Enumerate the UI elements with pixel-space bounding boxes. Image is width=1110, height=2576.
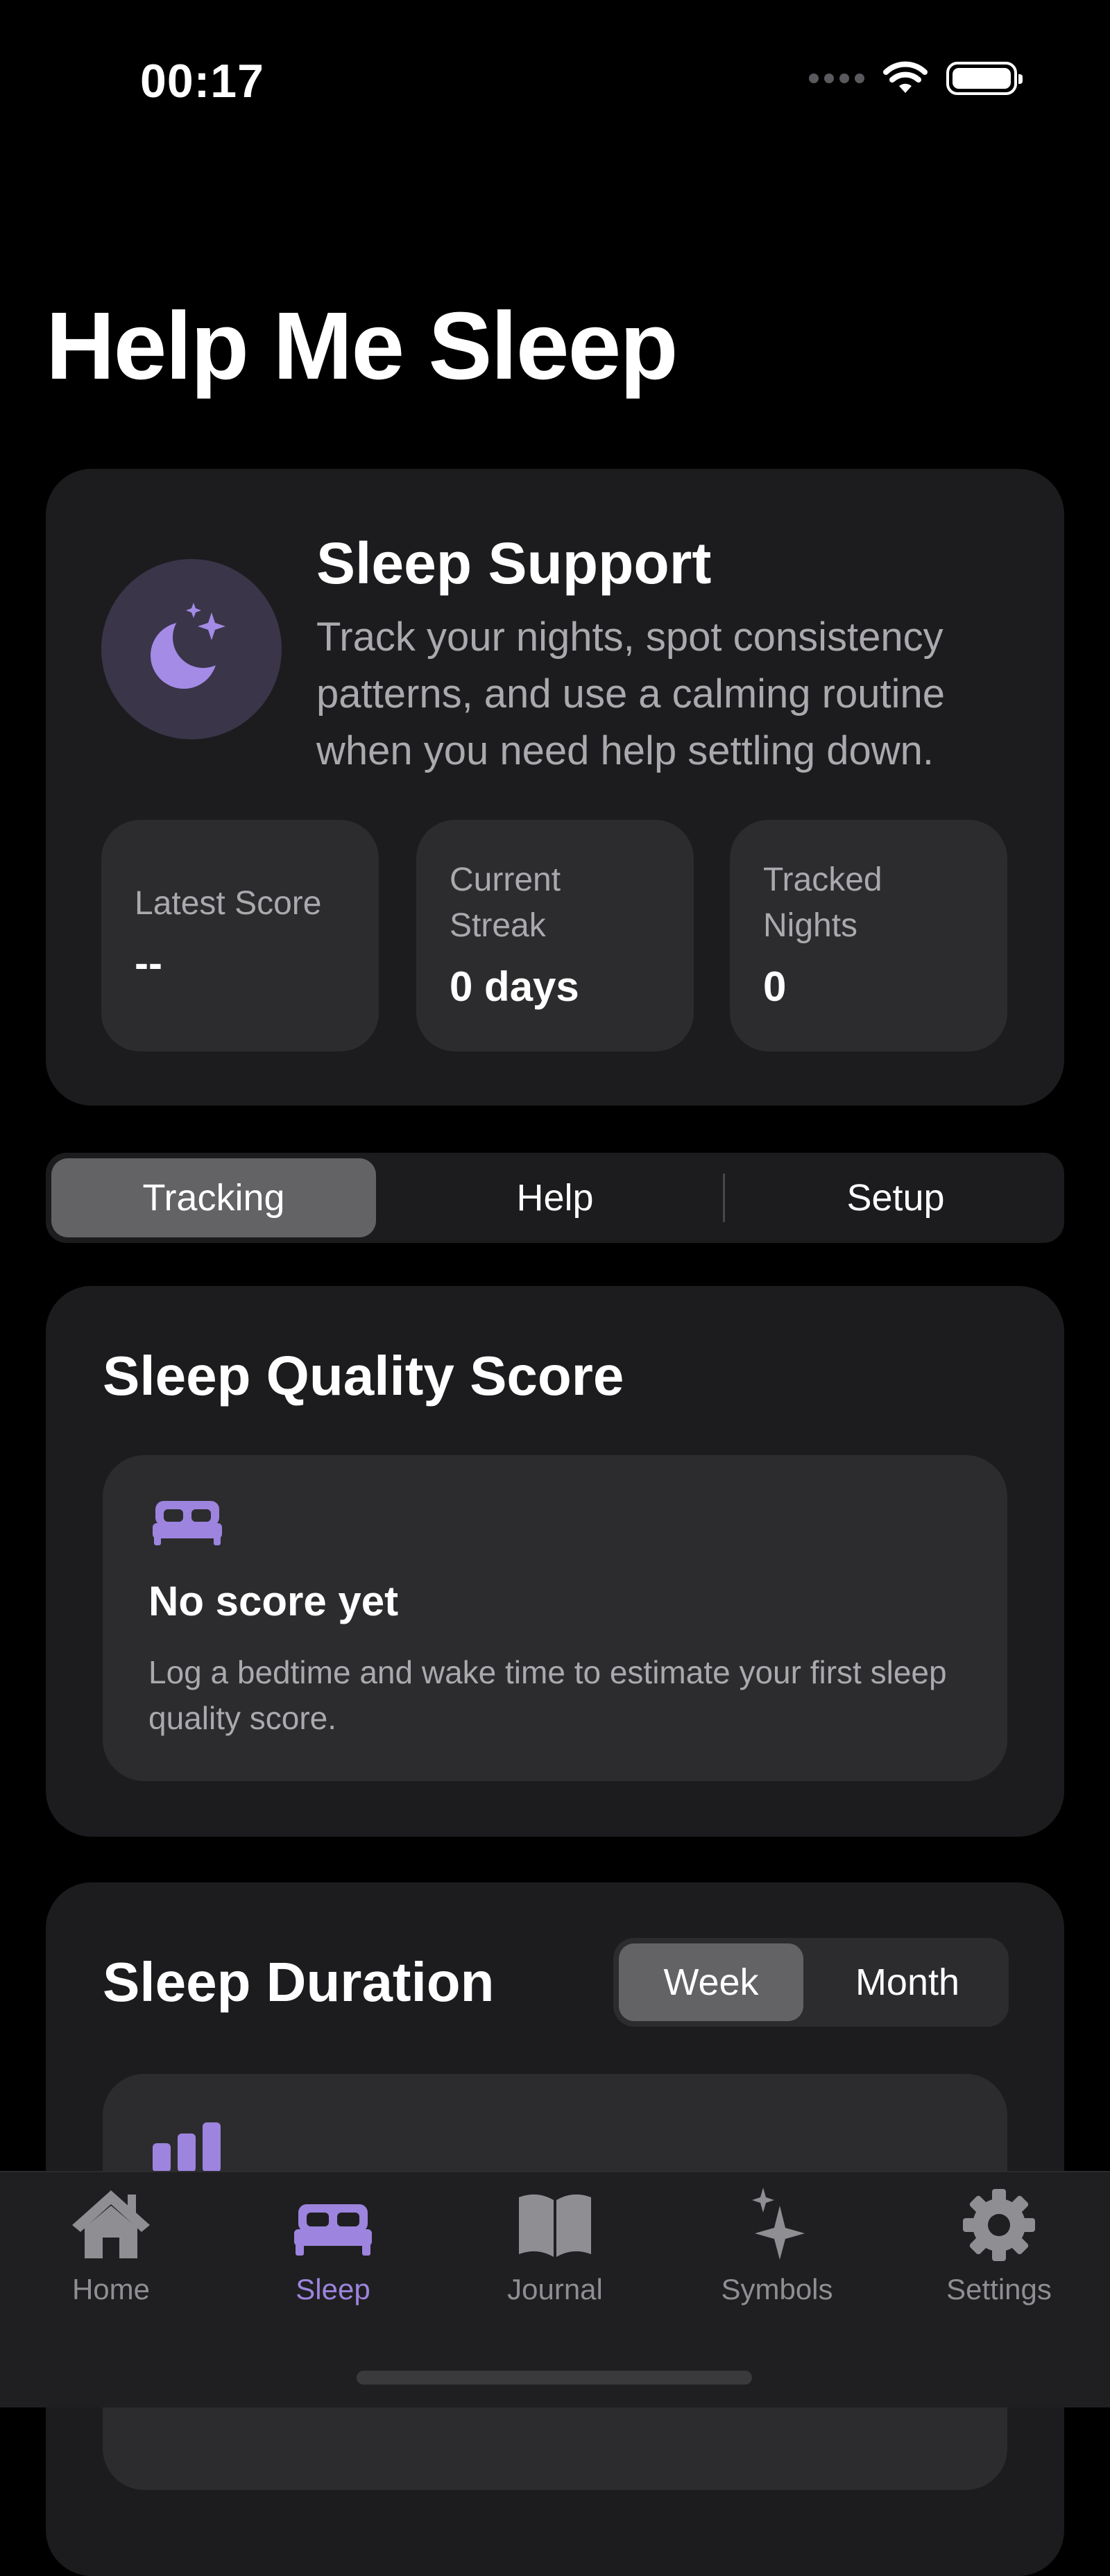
hero-description: Track your nights, spot consistency patt… — [316, 615, 945, 773]
stat-current-streak: Current Streak 0 days — [416, 820, 694, 1051]
quality-empty-state: No score yet Log a bedtime and wake time… — [103, 1455, 1007, 1781]
range-segmented-control: Week Month — [613, 1938, 1009, 2027]
tab-journal[interactable]: Journal — [444, 2186, 666, 2306]
stat-label: Tracked Nights — [763, 861, 882, 944]
range-month[interactable]: Month — [812, 1938, 1003, 2027]
stat-value: -- — [135, 940, 162, 986]
empty-state-title: No score yet — [148, 1578, 399, 1624]
tab-label: Journal — [507, 2273, 603, 2305]
tab-home[interactable]: Home — [0, 2186, 222, 2306]
tab-label: Home — [71, 2273, 151, 2305]
status-icons — [809, 61, 1023, 96]
battery-icon — [946, 62, 1023, 95]
stat-label: Current Streak — [450, 861, 561, 944]
stat-value: 0 days — [450, 963, 579, 1010]
tab-label: Sleep — [296, 2273, 370, 2305]
bed-icon — [294, 2204, 372, 2256]
tab-sleep[interactable]: Sleep — [222, 2186, 444, 2306]
stat-label: Latest Score — [135, 885, 322, 922]
bar-chart-icon — [153, 2122, 221, 2172]
stat-value: 0 — [763, 963, 787, 1010]
section-segmented-control: Tracking Help Setup — [46, 1153, 1064, 1243]
moon-stars-icon — [101, 559, 282, 739]
home-indicator[interactable] — [357, 2371, 752, 2385]
hero-title: Sleep Support — [316, 531, 712, 596]
tab-settings[interactable]: Settings — [888, 2186, 1110, 2306]
stat-tracked-nights: Tracked Nights 0 — [730, 820, 1007, 1051]
page-title: Help Me Sleep — [46, 293, 678, 400]
gear-icon — [963, 2189, 1035, 2261]
sleep-quality-card: Sleep Quality Score No score yet Log a b… — [46, 1286, 1064, 1837]
segment-divider — [723, 1174, 725, 1222]
book-icon — [519, 2194, 591, 2257]
bed-icon — [153, 1501, 222, 1545]
house-icon — [72, 2190, 150, 2258]
tab-help[interactable]: Help — [393, 1153, 717, 1243]
quality-title: Sleep Quality Score — [103, 1345, 624, 1407]
signal-icon — [809, 74, 864, 83]
wifi-icon — [883, 61, 928, 93]
status-time: 00:17 — [140, 55, 264, 108]
tab-label: Settings — [946, 2273, 1052, 2305]
sparkle-icon — [752, 2188, 805, 2260]
tab-symbols[interactable]: Symbols — [666, 2186, 888, 2306]
sleep-support-card: Sleep Support Track your nights, spot co… — [46, 469, 1064, 1106]
range-week[interactable]: Week — [619, 1938, 803, 2027]
stat-latest-score: Latest Score -- — [101, 820, 379, 1051]
tab-tracking[interactable]: Tracking — [51, 1153, 376, 1243]
tab-label: Symbols — [721, 2273, 833, 2305]
tab-setup[interactable]: Setup — [733, 1153, 1059, 1243]
empty-state-description: Log a bedtime and wake time to estimate … — [148, 1654, 947, 1736]
duration-title: Sleep Duration — [103, 1951, 495, 2013]
